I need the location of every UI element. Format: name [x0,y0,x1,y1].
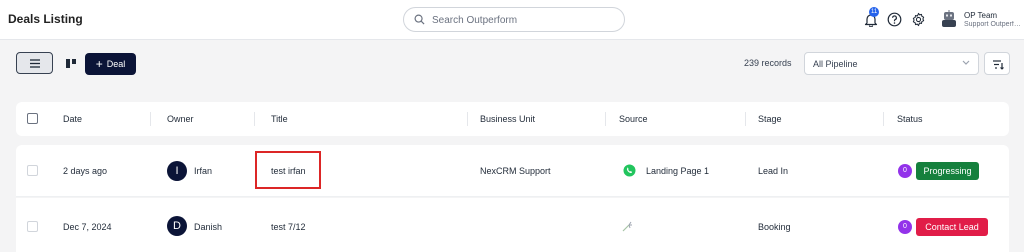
whatsapp-icon [623,164,636,177]
filter-icon [993,60,1004,70]
select-all-checkbox[interactable] [27,113,38,124]
search-box[interactable] [403,7,625,32]
status-badge[interactable]: Progressing [916,162,979,180]
user-subtitle: Support Outperform [964,21,1022,28]
sparkle-icon [622,221,632,232]
row-title[interactable]: test 7/12 [271,222,306,232]
plus-icon: + [95,57,103,71]
row-stage: Booking [758,222,791,232]
highlight-box [255,151,321,189]
gear-icon[interactable] [910,11,926,27]
column-divider [745,112,746,126]
column-owner[interactable]: Owner [167,114,194,124]
row-owner: Irfan [194,166,213,176]
row-owner: Danish [194,222,223,232]
column-business-unit[interactable]: Business Unit [480,114,535,124]
add-deal-button[interactable]: + Deal [85,53,136,75]
row-business-unit: NexCRM Support [480,166,551,176]
owner-avatar: I [167,161,187,181]
row-checkbox[interactable] [27,165,38,176]
column-divider [605,112,606,126]
column-status[interactable]: Status [897,114,923,124]
search-input[interactable] [432,12,617,28]
row-stage: Lead In [758,166,789,176]
column-divider [150,112,151,126]
row-source: Landing Page 1 [646,166,710,176]
table-row[interactable]: Dec 7, 2024 D Danish test 7/12 Booking 0… [16,198,1009,252]
records-count: 239 records [744,58,792,68]
chevron-down-icon [962,60,970,65]
user-name: OP Team [964,11,998,20]
column-source[interactable]: Source [619,114,648,124]
top-bar: Deals Listing 11 OP Team Support Outperf… [0,0,1024,40]
status-count: 0 [898,220,912,234]
column-date[interactable]: Date [63,114,82,124]
column-divider [254,112,255,126]
row-date: Dec 7, 2024 [63,222,112,232]
list-view-toggle[interactable] [16,52,53,74]
status-count: 0 [898,164,912,178]
table-header: Date Owner Title Business Unit Source St… [16,102,1009,136]
column-stage[interactable]: Stage [758,114,782,124]
pipeline-value: All Pipeline [813,59,858,69]
status-badge[interactable]: Contact Lead [916,218,988,236]
user-avatar[interactable] [940,10,958,28]
list-icon [30,59,40,68]
page-title: Deals Listing [8,12,83,26]
search-icon [414,14,425,25]
owner-avatar: D [167,216,187,236]
column-divider [467,112,468,126]
pipeline-select[interactable]: All Pipeline [804,52,979,75]
row-date: 2 days ago [63,166,108,176]
row-checkbox[interactable] [27,221,38,232]
kanban-icon [66,59,76,68]
filter-button[interactable] [984,52,1010,75]
column-title[interactable]: Title [271,114,288,124]
column-divider [883,112,884,126]
add-deal-label: Deal [106,59,126,69]
table-row[interactable]: 2 days ago I Irfan test irfan NexCRM Sup… [16,145,1009,197]
help-icon[interactable] [886,11,902,27]
